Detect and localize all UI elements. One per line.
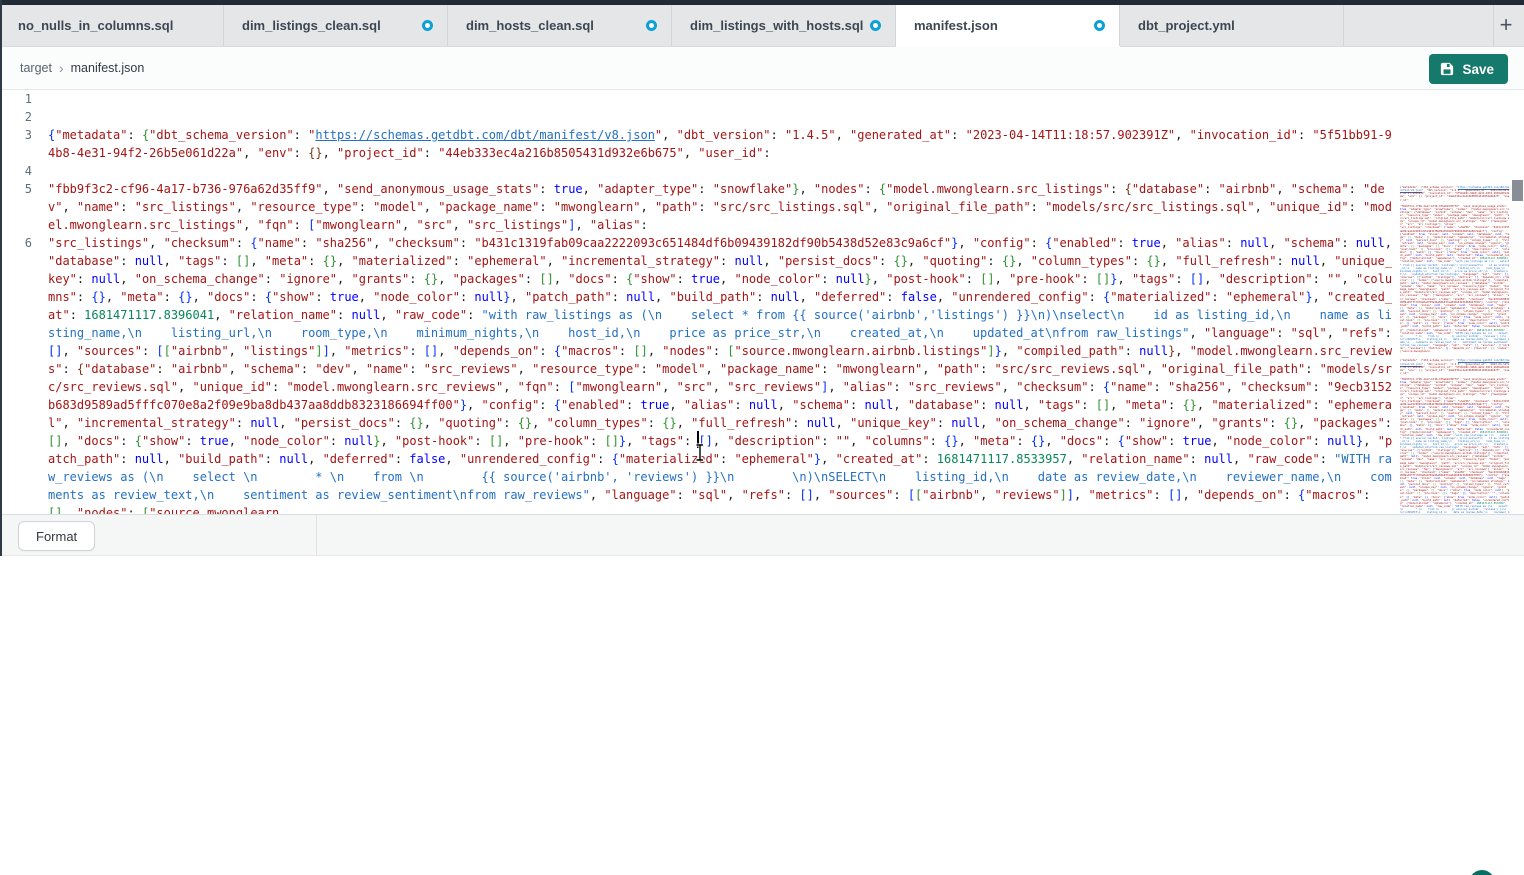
tab-label: dim_hosts_clean.sql (466, 18, 594, 33)
breadcrumb: target › manifest.json (20, 47, 144, 89)
tab-dim-hosts-clean[interactable]: dim_hosts_clean.sql (448, 5, 672, 46)
ibeam-mouse-cursor (694, 443, 706, 463)
editor-scrollbar[interactable] (1511, 180, 1524, 514)
line-number: 5 (2, 180, 48, 198)
unsaved-changes-icon (870, 20, 881, 31)
tab-label: dim_listings_with_hosts.sql (690, 18, 863, 33)
tab-dbt-project-yml[interactable]: dbt_project.yml (1120, 5, 1344, 46)
unsaved-changes-icon (422, 20, 433, 31)
code-line[interactable]: 2 (2, 108, 1398, 126)
new-tab-button[interactable]: + (1494, 13, 1518, 37)
line-text[interactable]: "src_listings", "checksum": {"name": "sh… (48, 234, 1398, 514)
tab-label: no_nulls_in_columns.sql (18, 18, 173, 33)
code-line[interactable]: 5"fbb9f3c2-cf96-4a17-b736-976a62d35ff9",… (2, 180, 1398, 234)
code-line[interactable]: 6"src_listings", "checksum": {"name": "s… (2, 234, 1398, 514)
plus-icon: + (1500, 12, 1513, 37)
save-icon (1440, 62, 1454, 76)
editor-tab-bar: no_nulls_in_columns.sql dim_listings_cle… (0, 5, 1524, 47)
line-text[interactable] (48, 108, 1398, 126)
unsaved-changes-icon (646, 20, 657, 31)
line-number: 3 (2, 126, 48, 144)
results-panel (0, 556, 1524, 875)
tab-label: dim_listings_clean.sql (242, 18, 381, 33)
breadcrumb-file: manifest.json (71, 61, 145, 75)
line-number: 4 (2, 162, 48, 180)
tab-dim-listings-with-hosts[interactable]: dim_listings_with_hosts.sql (672, 5, 896, 46)
line-number: 1 (2, 90, 48, 108)
editor-footer-bar: Format (0, 514, 1524, 556)
line-text[interactable]: {"metadata": {"dbt_schema_version": "htt… (48, 126, 1398, 162)
left-edge-divider (0, 0, 2, 556)
code-line[interactable]: 4 (2, 162, 1398, 180)
line-text[interactable] (48, 162, 1398, 180)
code-editor[interactable]: 123{"metadata": {"dbt_schema_version": "… (2, 90, 1524, 514)
line-number: 2 (2, 108, 48, 126)
tab-label: dbt_project.yml (1138, 18, 1235, 33)
unsaved-changes-icon (1094, 20, 1105, 31)
file-header-bar: target › manifest.json Save (0, 47, 1524, 90)
line-number: 6 (2, 234, 48, 252)
tab-no-nulls-in-columns[interactable]: no_nulls_in_columns.sql (0, 5, 224, 46)
minimap-content: {"metadata": {"dbt_schema_version": "htt… (1400, 180, 1510, 514)
line-text[interactable]: "fbb9f3c2-cf96-4a17-b736-976a62d35ff9", … (48, 180, 1398, 234)
save-button[interactable]: Save (1429, 54, 1508, 84)
tab-dim-listings-clean[interactable]: dim_listings_clean.sql (224, 5, 448, 46)
breadcrumb-folder[interactable]: target (20, 61, 52, 75)
save-label: Save (1462, 62, 1494, 77)
code-line[interactable]: 1 (2, 90, 1398, 108)
minimap[interactable]: {"metadata": {"dbt_schema_version": "htt… (1400, 180, 1510, 514)
footer-divider (316, 515, 317, 555)
tab-manifest-json[interactable]: manifest.json (896, 5, 1120, 46)
chevron-right-icon: › (59, 60, 64, 76)
format-button[interactable]: Format (18, 521, 95, 551)
code-line[interactable]: 3{"metadata": {"dbt_schema_version": "ht… (2, 126, 1398, 162)
scrollbar-thumb[interactable] (1512, 180, 1523, 201)
line-text[interactable] (48, 90, 1398, 108)
tab-label: manifest.json (914, 18, 998, 33)
